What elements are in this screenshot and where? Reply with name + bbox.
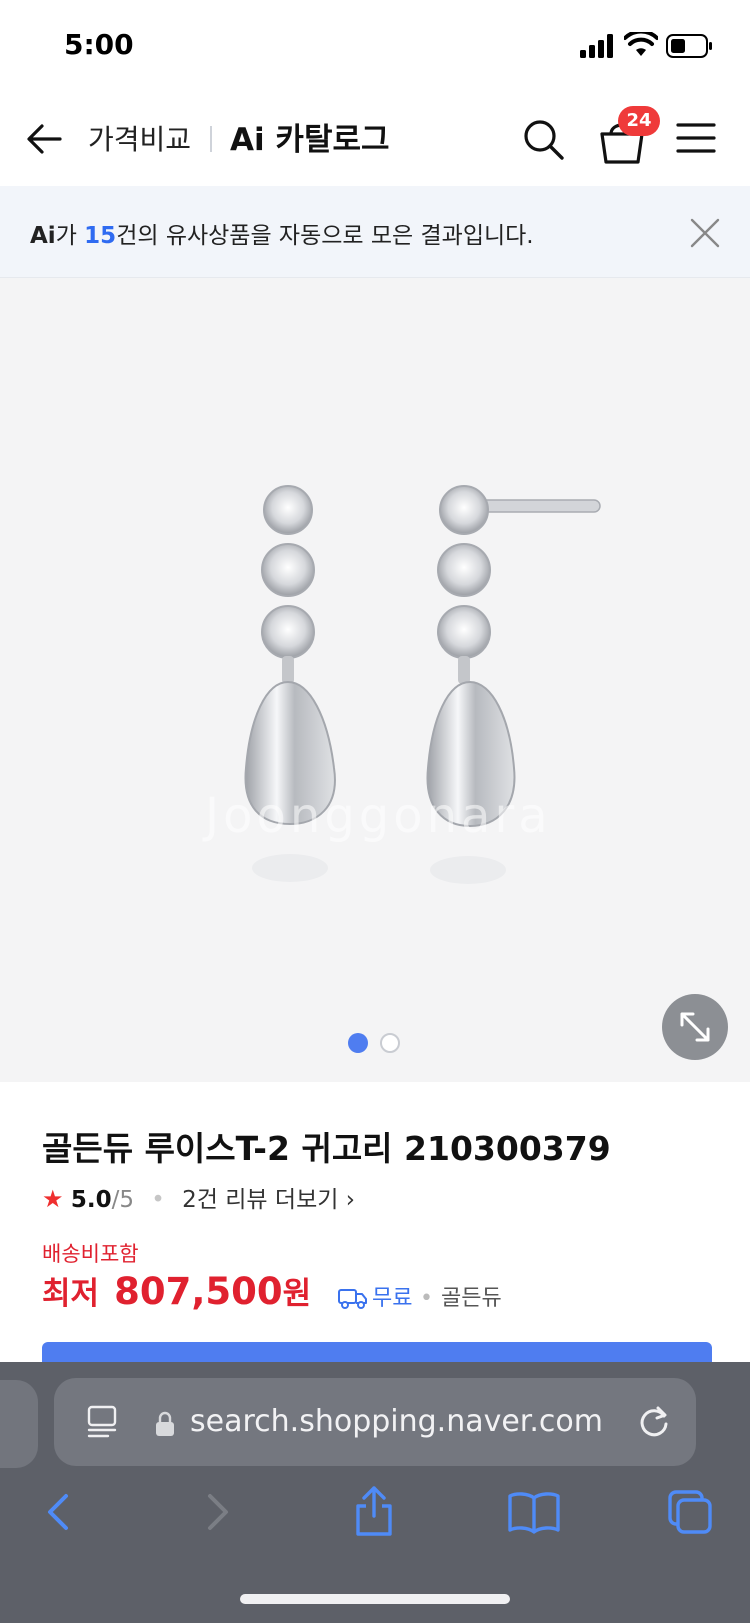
close-icon[interactable] [688,216,722,250]
product-earrings-image [244,485,601,884]
ai-notice-prefix: 가 [55,223,85,249]
star-icon: ★ [42,1185,64,1213]
battery-icon [666,34,712,58]
truck-icon [338,1289,367,1309]
gallery-dot[interactable] [380,1033,400,1053]
free-shipping-label: 무료 [372,1286,413,1311]
cart-count-badge: 24 [618,106,660,136]
rating-row: ★ 5.0/5 • 2건 리뷰 더보기 › [42,1180,355,1214]
breadcrumb-price-compare[interactable]: 가격비교 [88,118,191,158]
lowest-price-label: 최저 [42,1276,100,1312]
review-link[interactable]: 2건 리뷰 더보기 › [182,1187,355,1213]
previous-tab-edge[interactable] [0,1380,38,1468]
hamburger-menu-icon[interactable] [676,120,716,156]
back-arrow-icon[interactable] [22,116,68,162]
price-value: 807,500 [114,1270,283,1313]
url-text[interactable]: search.shopping.naver.com [190,1404,603,1439]
lock-icon [156,1411,174,1436]
reader-mode-icon[interactable] [86,1404,118,1440]
browser-back-icon[interactable] [38,1490,78,1534]
ai-logo: Ai [30,223,56,249]
status-time: 5:00 [64,28,134,61]
app-header: 가격비교 Ai 카탈로그 24 [0,96,750,186]
ai-notice-suffix: 건의 유사상품을 자동으로 모은 결과입니다. [116,223,534,249]
wifi-icon [624,32,658,56]
expand-icon [680,1012,710,1042]
gallery-pagination [348,1033,408,1055]
reload-icon[interactable] [636,1404,672,1440]
search-icon[interactable] [520,116,566,162]
price-unit: 원 [282,1276,312,1312]
ai-catalog-title: Ai 카탈로그 [230,114,390,159]
gallery-dot-active[interactable] [348,1033,368,1053]
cellular-signal-icon [580,34,613,58]
buy-button[interactable] [42,1342,712,1362]
ai-notice-count: 15 [84,223,117,249]
chevron-right-icon: › [345,1187,355,1213]
browser-forward-icon[interactable] [198,1490,238,1534]
seller-name: 골든듀 [440,1286,502,1311]
tabs-icon[interactable] [666,1488,714,1536]
review-link-label: 2건 리뷰 더보기 [182,1187,339,1213]
product-image-gallery[interactable]: Joonggonara [0,278,750,1082]
expand-image-button[interactable] [662,994,728,1060]
breadcrumb-divider [210,126,212,152]
home-indicator [240,1594,510,1604]
share-icon[interactable] [352,1484,396,1538]
dot-separator: • [151,1187,165,1213]
ai-notice-banner: Ai가 15건의 유사상품을 자동으로 모은 결과입니다. [0,186,750,278]
rating-score: 5.0 [70,1187,112,1213]
dot-separator: • [420,1286,433,1311]
watermark-text: Joonggonara [205,788,552,844]
catalog-label: 카탈로그 [275,122,390,158]
bookmarks-icon[interactable] [506,1490,562,1534]
ai-notice-text: Ai가 15건의 유사상품을 자동으로 모은 결과입니다. [30,216,534,250]
free-shipping: 무료 [338,1280,412,1312]
status-bar: 5:00 [0,0,750,90]
seller[interactable]: • 골든듀 [420,1280,502,1312]
product-title: 골든듀 루이스T-2 귀고리 210300379 [42,1129,611,1168]
shipping-included-label: 배송비포함 [42,1242,139,1266]
ai-logo: Ai [230,122,265,158]
price-row: 최저 807,500원 [42,1268,311,1316]
rating-max: /5 [111,1187,134,1213]
